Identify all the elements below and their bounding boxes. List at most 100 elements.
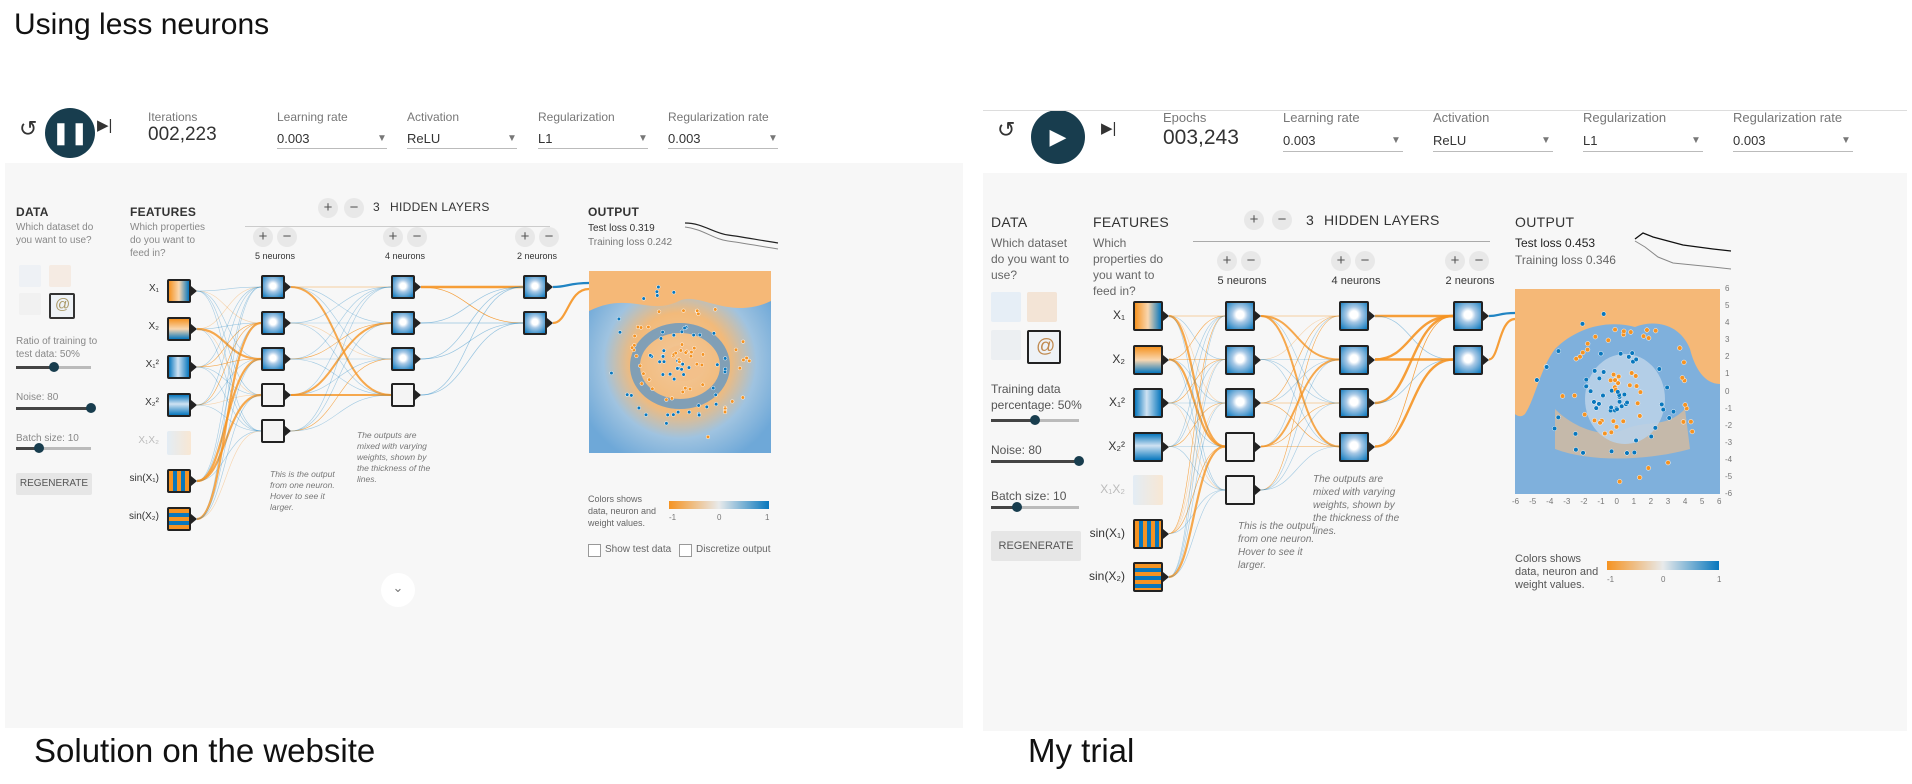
play-button[interactable]: ▶ <box>1031 111 1085 164</box>
regularization-select[interactable]: L1 <box>538 131 552 146</box>
add-neuron-button[interactable]: + <box>383 227 403 247</box>
counter-label: Iterations <box>148 110 198 124</box>
neuron-node[interactable] <box>261 347 285 371</box>
neuron-node[interactable] <box>523 275 547 299</box>
neuron-node[interactable] <box>261 383 285 407</box>
dataset-circle[interactable] <box>19 265 41 287</box>
feature-node[interactable] <box>167 355 191 379</box>
ratio-slider-knob[interactable] <box>48 362 59 372</box>
feature-node[interactable] <box>1133 431 1163 462</box>
add-neuron-button[interactable]: + <box>1217 251 1237 271</box>
neuron-node[interactable] <box>261 275 285 299</box>
weight-line <box>420 322 524 360</box>
feature-node[interactable] <box>167 279 191 303</box>
regularization-select[interactable]: L1 <box>1583 133 1597 148</box>
remove-neuron-button[interactable]: − <box>407 227 427 247</box>
regularization-label: Regularization <box>538 110 615 124</box>
neuron-node[interactable] <box>391 347 415 371</box>
neuron-node[interactable] <box>1339 431 1369 462</box>
add-neuron-button[interactable]: + <box>1445 251 1465 271</box>
add-neuron-button[interactable]: + <box>253 227 273 247</box>
neuron-node[interactable] <box>523 311 547 335</box>
neuron-node[interactable] <box>391 311 415 335</box>
neuron-node[interactable] <box>1339 301 1369 331</box>
data-question: Which dataset do you want to use? <box>991 236 1070 282</box>
feature-node[interactable] <box>167 507 191 531</box>
data-point <box>1611 372 1617 378</box>
neuron-node[interactable] <box>1225 431 1255 462</box>
regenerate-button[interactable]: REGENERATE <box>991 531 1081 561</box>
data-point <box>1677 345 1683 351</box>
feature-node[interactable] <box>167 393 191 417</box>
feature-node[interactable] <box>1133 518 1163 549</box>
feature-label: X₂ <box>148 321 159 332</box>
dataset-spiral[interactable]: @ <box>49 293 75 319</box>
add-layer-button[interactable]: + <box>1244 210 1264 230</box>
node-arrow-icon <box>1163 441 1169 452</box>
dataset-xor[interactable] <box>49 265 71 287</box>
add-neuron-button[interactable]: + <box>1331 251 1351 271</box>
weight-line <box>196 366 262 432</box>
add-neuron-button[interactable]: + <box>515 227 535 247</box>
dataset-gaussian[interactable] <box>19 293 41 315</box>
feature-node[interactable] <box>1133 344 1163 375</box>
noise-slider-knob[interactable] <box>86 403 96 413</box>
feature-node[interactable] <box>1133 475 1163 505</box>
remove-layer-button[interactable]: − <box>344 198 364 218</box>
feature-node[interactable] <box>1133 562 1163 592</box>
remove-neuron-button[interactable]: − <box>1241 251 1261 271</box>
neuron-node[interactable] <box>261 311 285 335</box>
batch-size-slider-knob[interactable] <box>33 443 44 453</box>
noise-slider-knob[interactable] <box>1074 456 1084 466</box>
show-test-data-checkbox[interactable] <box>588 544 601 557</box>
neuron-node[interactable] <box>1225 475 1255 505</box>
regenerate-button[interactable]: REGENERATE <box>16 473 92 495</box>
remove-neuron-button[interactable]: − <box>539 227 559 247</box>
dataset-gaussian[interactable] <box>991 330 1021 360</box>
dataset-xor[interactable] <box>1027 292 1057 322</box>
data-point <box>1633 373 1639 379</box>
activation-select[interactable]: ReLU <box>407 131 440 146</box>
feature-node[interactable] <box>167 469 191 493</box>
remove-neuron-button[interactable]: − <box>1469 251 1489 271</box>
data-point <box>1572 393 1578 399</box>
discretize-checkbox[interactable] <box>679 544 692 557</box>
add-layer-button[interactable]: + <box>318 198 338 218</box>
dataset-spiral[interactable]: @ <box>1027 330 1061 364</box>
weight-line <box>420 286 524 324</box>
neuron-node[interactable] <box>1453 301 1483 331</box>
data-point <box>1666 415 1672 421</box>
remove-neuron-button[interactable]: − <box>277 227 297 247</box>
data-point <box>1646 335 1652 341</box>
neuron-node[interactable] <box>391 383 415 407</box>
neuron-node[interactable] <box>1339 388 1369 418</box>
neuron-node[interactable] <box>1225 344 1255 375</box>
feature-node[interactable] <box>167 431 191 455</box>
chevron-down-icon[interactable]: ⌄ <box>381 573 415 607</box>
remove-layer-button[interactable]: − <box>1272 210 1292 230</box>
pause-button[interactable]: ❚❚ <box>45 108 95 158</box>
weight-line <box>1260 402 1340 447</box>
neuron-node[interactable] <box>1225 301 1255 331</box>
dataset-circle[interactable] <box>991 292 1021 322</box>
neuron-node[interactable] <box>1339 344 1369 375</box>
neuron-node[interactable] <box>1225 388 1255 418</box>
reset-icon[interactable]: ↺ <box>19 116 37 142</box>
learning-rate-select[interactable]: 0.003 <box>277 131 310 146</box>
ratio-slider-knob[interactable] <box>1030 415 1040 425</box>
activation-select[interactable]: ReLU <box>1433 133 1466 148</box>
feature-node[interactable] <box>1133 388 1163 418</box>
feature-node[interactable] <box>1133 301 1163 331</box>
reset-icon[interactable]: ↺ <box>997 117 1015 143</box>
feature-node[interactable] <box>167 317 191 341</box>
neuron-node[interactable] <box>1453 344 1483 375</box>
neuron-node[interactable] <box>391 275 415 299</box>
scale-mid: 0 <box>1661 575 1666 584</box>
neuron-node[interactable] <box>261 419 285 443</box>
regularization-rate-select[interactable]: 0.003 <box>1733 133 1766 148</box>
step-icon[interactable]: ▶| <box>1101 119 1116 137</box>
step-icon[interactable]: ▶| <box>97 116 112 134</box>
regularization-rate-select[interactable]: 0.003 <box>668 131 701 146</box>
learning-rate-select[interactable]: 0.003 <box>1283 133 1316 148</box>
remove-neuron-button[interactable]: − <box>1355 251 1375 271</box>
